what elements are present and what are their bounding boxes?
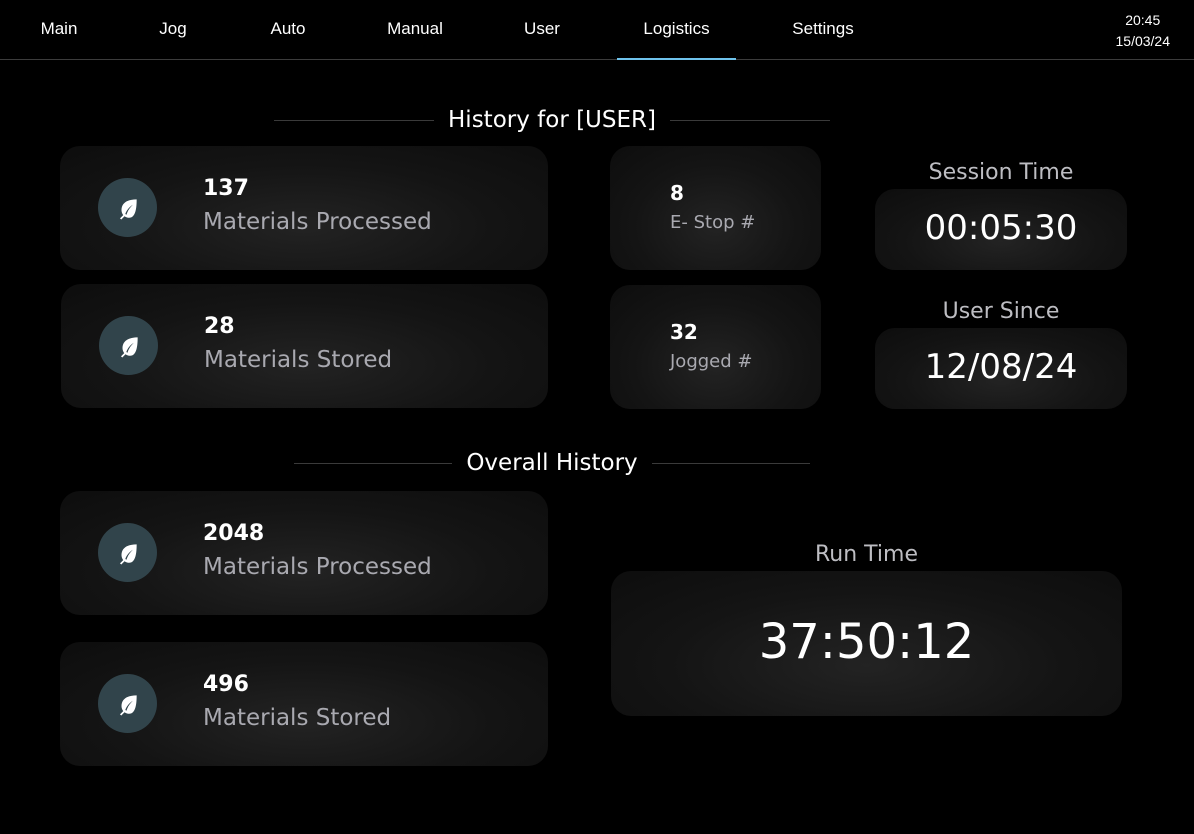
divider bbox=[669, 119, 830, 121]
user-materials-stored-label: Materials Stored bbox=[204, 347, 393, 373]
user-materials-processed-card: 137 Materials Processed bbox=[60, 146, 548, 270]
session-time-label: Session Time bbox=[928, 160, 1074, 185]
session-time-value: 00:05:30 bbox=[924, 208, 1078, 248]
tab-settings[interactable]: Settings bbox=[782, 0, 864, 59]
leaf-icon bbox=[98, 178, 157, 237]
user-since-label: User Since bbox=[942, 299, 1060, 324]
user-since-card: 12/08/24 bbox=[875, 328, 1127, 409]
overall-history-title: Overall History bbox=[466, 450, 638, 476]
user-since-value: 12/08/24 bbox=[924, 347, 1078, 387]
run-time-card: 37:50:12 bbox=[611, 571, 1122, 716]
divider bbox=[274, 119, 435, 121]
overall-materials-stored-label: Materials Stored bbox=[203, 705, 392, 731]
user-history-title: History for [USER] bbox=[448, 107, 656, 133]
overall-materials-stored-card: 496 Materials Stored bbox=[60, 642, 548, 766]
tab-jog[interactable]: Jog bbox=[148, 0, 198, 59]
leaf-icon bbox=[98, 523, 157, 582]
top-nav-bar: Main Jog Auto Manual User Logistics Sett… bbox=[0, 0, 1194, 60]
session-time-card: 00:05:30 bbox=[875, 189, 1127, 270]
logistics-page: Main Jog Auto Manual User Logistics Sett… bbox=[0, 0, 1194, 834]
clock-time: 20:45 bbox=[1125, 12, 1161, 28]
user-materials-stored-card: 28 Materials Stored bbox=[61, 284, 548, 408]
clock: 20:45 15/03/24 bbox=[1116, 10, 1171, 52]
estop-value: 8 bbox=[670, 181, 684, 205]
overall-history-header: Overall History bbox=[294, 448, 810, 478]
divider bbox=[651, 462, 810, 464]
tab-manual[interactable]: Manual bbox=[378, 0, 452, 59]
user-materials-stored-value: 28 bbox=[204, 314, 235, 339]
user-materials-processed-value: 137 bbox=[203, 176, 249, 201]
user-materials-processed-label: Materials Processed bbox=[203, 209, 432, 235]
run-time-value: 37:50:12 bbox=[758, 614, 975, 670]
overall-materials-processed-card: 2048 Materials Processed bbox=[60, 491, 548, 615]
tab-main[interactable]: Main bbox=[28, 0, 90, 59]
leaf-icon bbox=[99, 316, 158, 375]
user-history-header: History for [USER] bbox=[274, 105, 830, 135]
run-time-label: Run Time bbox=[814, 542, 919, 567]
divider bbox=[294, 462, 453, 464]
jogged-label: Jogged # bbox=[670, 351, 753, 372]
clock-date: 15/03/24 bbox=[1115, 33, 1171, 49]
tab-user[interactable]: User bbox=[512, 0, 572, 59]
tab-auto[interactable]: Auto bbox=[258, 0, 318, 59]
tab-logistics[interactable]: Logistics bbox=[617, 0, 736, 60]
jogged-value: 32 bbox=[670, 320, 698, 344]
leaf-icon bbox=[98, 674, 157, 733]
overall-materials-processed-label: Materials Processed bbox=[203, 554, 432, 580]
estop-label: E- Stop # bbox=[670, 212, 756, 233]
jogged-card: 32 Jogged # bbox=[610, 285, 821, 409]
overall-materials-processed-value: 2048 bbox=[203, 521, 265, 546]
estop-card: 8 E- Stop # bbox=[610, 146, 821, 270]
overall-materials-stored-value: 496 bbox=[203, 672, 249, 697]
